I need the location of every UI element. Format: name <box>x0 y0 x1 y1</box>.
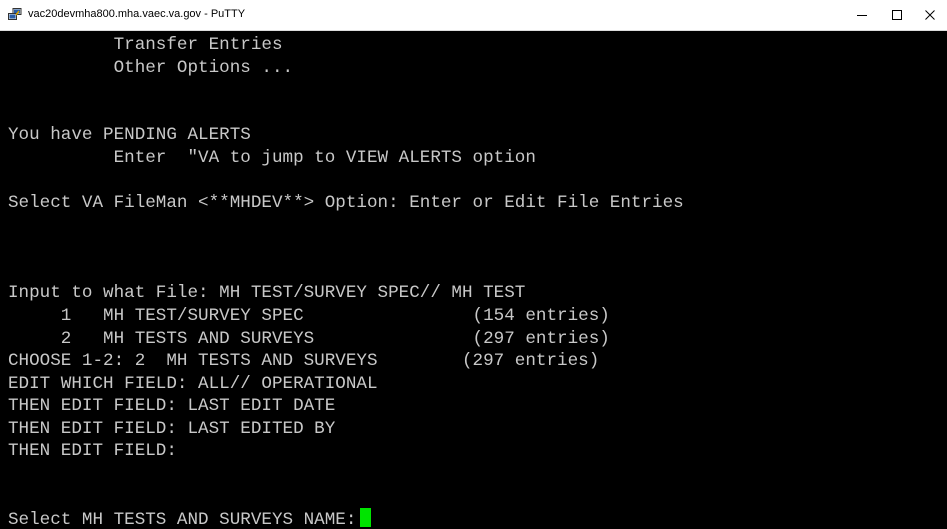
putty-window: vac20devmha800.mha.vaec.va.gov - PuTTY T… <box>0 0 947 529</box>
title-bar[interactable]: vac20devmha800.mha.vaec.va.gov - PuTTY <box>0 0 947 31</box>
terminal-line: Transfer Entries <box>8 35 283 55</box>
terminal-prompt-line: Select MH TESTS AND SURVEYS NAME: <box>8 508 372 529</box>
terminal-line: EDIT WHICH FIELD: ALL// OPERATIONAL <box>8 374 378 394</box>
close-button[interactable] <box>913 0 947 30</box>
terminal-line: Other Options ... <box>8 58 294 78</box>
window-title: vac20devmha800.mha.vaec.va.gov - PuTTY <box>28 8 246 20</box>
minimize-icon <box>857 15 867 16</box>
terminal-line: THEN EDIT FIELD: LAST EDITED BY <box>8 419 336 439</box>
terminal-line: Enter "VA to jump to VIEW ALERTS option <box>8 148 536 168</box>
text-cursor[interactable] <box>360 508 372 527</box>
terminal-line: CHOOSE 1-2: 2 MH TESTS AND SURVEYS (297 … <box>8 351 600 371</box>
maximize-button[interactable] <box>880 0 914 30</box>
terminal-line: Select VA FileMan <**MHDEV**> Option: En… <box>8 193 684 213</box>
prompt-text: Select MH TESTS AND SURVEYS NAME: <box>8 510 357 529</box>
terminal-line: You have PENDING ALERTS <box>8 125 251 145</box>
close-icon <box>925 10 935 20</box>
terminal-line: THEN EDIT FIELD: <box>8 441 177 461</box>
terminal-line: THEN EDIT FIELD: LAST EDIT DATE <box>8 396 336 416</box>
maximize-icon <box>892 10 902 20</box>
terminal-line: Input to what File: MH TEST/SURVEY SPEC/… <box>8 283 526 303</box>
putty-icon <box>8 8 22 21</box>
minimize-button[interactable] <box>845 0 879 30</box>
terminal-screen[interactable]: Transfer Entries Other Options ... You h… <box>0 31 947 529</box>
terminal-line: 1 MH TEST/SURVEY SPEC (154 entries) <box>8 306 610 326</box>
terminal-line: 2 MH TESTS AND SURVEYS (297 entries) <box>8 329 610 349</box>
